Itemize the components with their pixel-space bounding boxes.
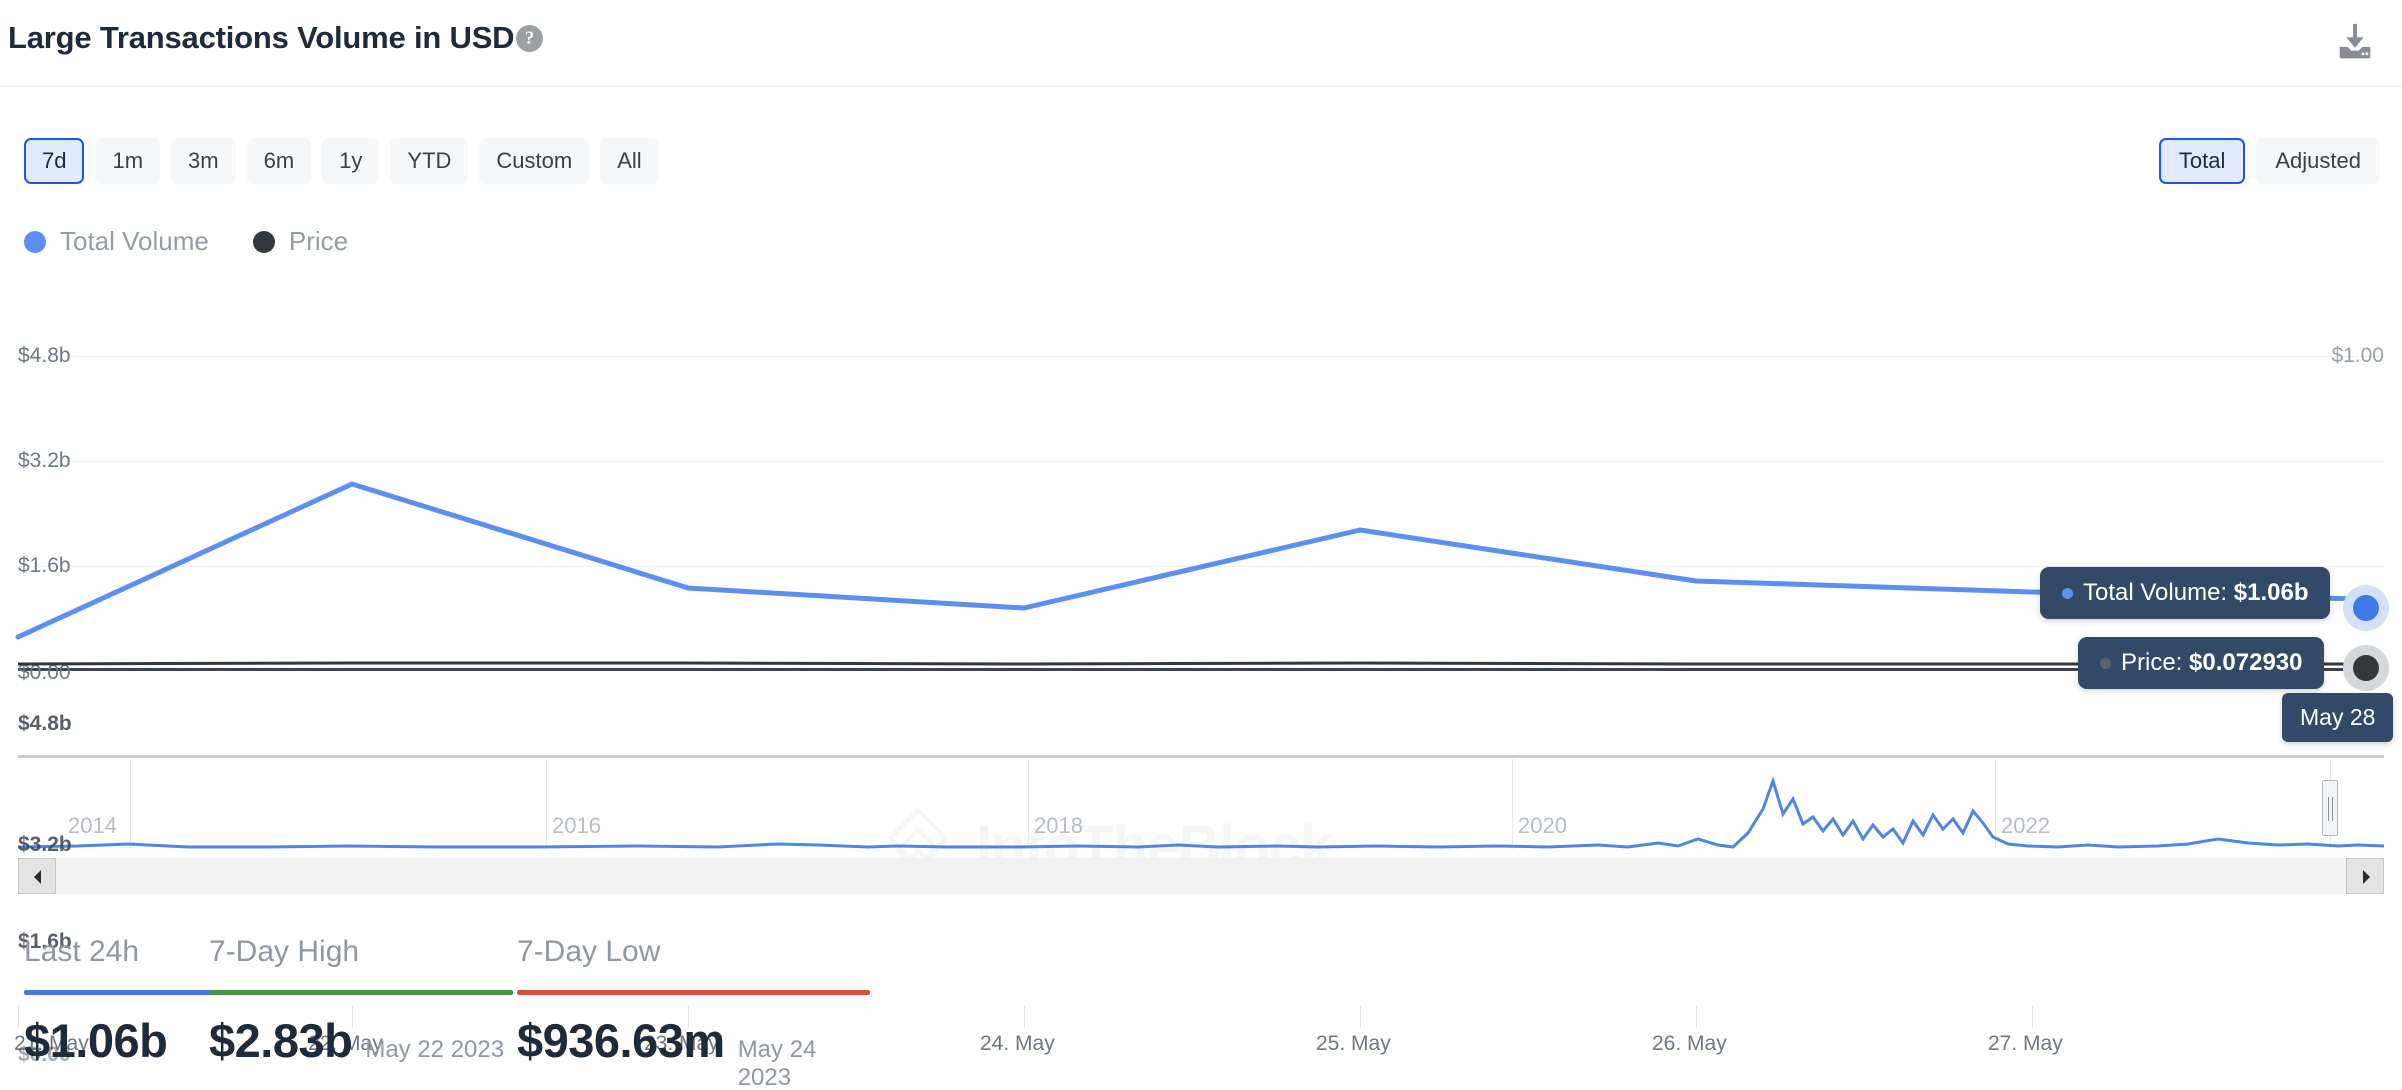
- navigator-scrollbar[interactable]: [18, 858, 2384, 894]
- navigator-top-border: [18, 755, 2384, 758]
- range-button-custom[interactable]: Custom: [479, 138, 590, 184]
- main-chart[interactable]: $4.8b $3.2b $1.6b $0.00 $1.00 IntoTheBlo…: [0, 330, 2402, 1055]
- stat-label: 7-Day High: [209, 935, 360, 968]
- stat-card-7-day-high: 7-Day High $2.83b May 22 2023: [209, 935, 513, 1068]
- mode-button-total[interactable]: Total: [2158, 138, 2246, 184]
- chart-navigator[interactable]: 2014 2016 2018 2020 2022: [0, 755, 2402, 855]
- price-line-series: [17, 661, 2366, 666]
- chart-legend: Total Volume Price: [24, 226, 348, 257]
- tooltip-volume-label: Total Volume:: [2083, 579, 2228, 606]
- stat-label: Last 24h: [24, 935, 140, 968]
- summary-stats: Last 24h $1.06b 7-Day High $2.83b May 22…: [0, 935, 2402, 1090]
- navigator-series: [18, 776, 2384, 849]
- navigator-handle-right[interactable]: [2322, 780, 2338, 836]
- range-button-3m[interactable]: 3m: [171, 138, 236, 184]
- legend-dot-icon: [252, 230, 275, 253]
- range-button-ytd[interactable]: YTD: [390, 138, 469, 184]
- question-mark-icon[interactable]: ?: [516, 25, 543, 52]
- chevron-right-icon[interactable]: [2346, 858, 2384, 894]
- stat-underline: [24, 990, 212, 995]
- range-button-1m[interactable]: 1m: [95, 138, 161, 184]
- ghost-axis-label: $3.2b: [18, 833, 72, 856]
- stat-card-last-24h: Last 24h $1.06b: [24, 935, 212, 1068]
- range-button-1y[interactable]: 1y: [322, 138, 380, 184]
- legend-item-price[interactable]: Price: [252, 226, 349, 257]
- widget-header: Large Transactions Volume in USD ?: [0, 0, 2402, 87]
- time-range-group: 7d 1m 3m 6m 1y YTD Custom All: [24, 138, 659, 184]
- stat-value: $2.83b: [209, 1014, 353, 1067]
- tooltip-price: Price: $0.072930: [2078, 637, 2325, 689]
- tooltip-price-value: $0.072930: [2189, 649, 2303, 676]
- range-button-all[interactable]: All: [600, 138, 659, 184]
- controls-row: 7d 1m 3m 6m 1y YTD Custom All Total Adju…: [0, 138, 2402, 193]
- tooltip-price-label: Price:: [2121, 649, 2183, 676]
- legend-dot-icon: [24, 230, 46, 253]
- mode-toggle-group: Total Adjusted: [2158, 138, 2380, 184]
- legend-label-total-volume: Total Volume: [60, 226, 209, 256]
- legend-item-total-volume[interactable]: Total Volume: [24, 226, 209, 257]
- tooltip-total-volume: Total Volume: $1.06b: [2040, 567, 2331, 619]
- stat-value: $1.06b: [24, 1014, 168, 1067]
- volume-point-marker[interactable]: [2353, 595, 2379, 621]
- ghost-axis-label: $4.8b: [18, 712, 72, 735]
- legend-label-price: Price: [288, 226, 349, 256]
- range-button-7d[interactable]: 7d: [24, 138, 85, 184]
- stat-card-7-day-low: 7-Day Low $936.63m May 24 2023: [517, 935, 870, 1090]
- tooltip-dot-icon: [2100, 658, 2111, 670]
- stat-label: 7-Day Low: [517, 935, 661, 968]
- stat-underline: [517, 990, 870, 995]
- stat-date: May 24 2023: [737, 1036, 817, 1090]
- scrollbar-track[interactable]: [56, 858, 2346, 894]
- range-button-6m[interactable]: 6m: [246, 138, 312, 184]
- stat-value: $936.63m: [517, 1014, 725, 1067]
- chart-widget: Large Transactions Volume in USD ? 7d 1m…: [0, 0, 2402, 1090]
- page-title: Large Transactions Volume in USD: [8, 20, 515, 55]
- stat-date: May 22 2023: [365, 1036, 505, 1063]
- tooltip-date: May 28: [2282, 693, 2394, 742]
- tooltip-dot-icon: [2062, 588, 2073, 600]
- price-point-marker[interactable]: [2353, 655, 2379, 681]
- chevron-left-icon[interactable]: [18, 858, 56, 894]
- download-icon[interactable]: [2332, 20, 2378, 66]
- tooltip-volume-value: $1.06b: [2233, 579, 2309, 606]
- mode-button-adjusted[interactable]: Adjusted: [2256, 138, 2380, 184]
- stat-underline: [209, 990, 513, 995]
